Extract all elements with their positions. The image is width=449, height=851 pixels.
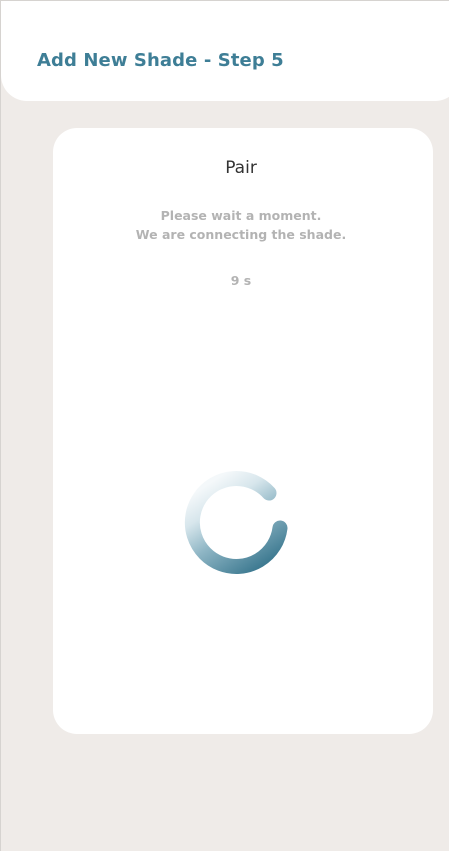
countdown-timer: 9 s <box>230 273 252 288</box>
pair-title: Pair <box>225 158 257 178</box>
page-title: Add New Shade - Step 5 <box>37 50 284 71</box>
loading-spinner-icon <box>184 471 288 574</box>
wait-message-line-1: Please wait a moment. <box>160 208 322 223</box>
header-bar: Add New Shade - Step 5 <box>1 1 449 101</box>
pairing-screen: Add New Shade - Step 5 Pair Please wait … <box>0 0 449 851</box>
wait-message-line-2: We are connecting the shade. <box>135 227 347 242</box>
